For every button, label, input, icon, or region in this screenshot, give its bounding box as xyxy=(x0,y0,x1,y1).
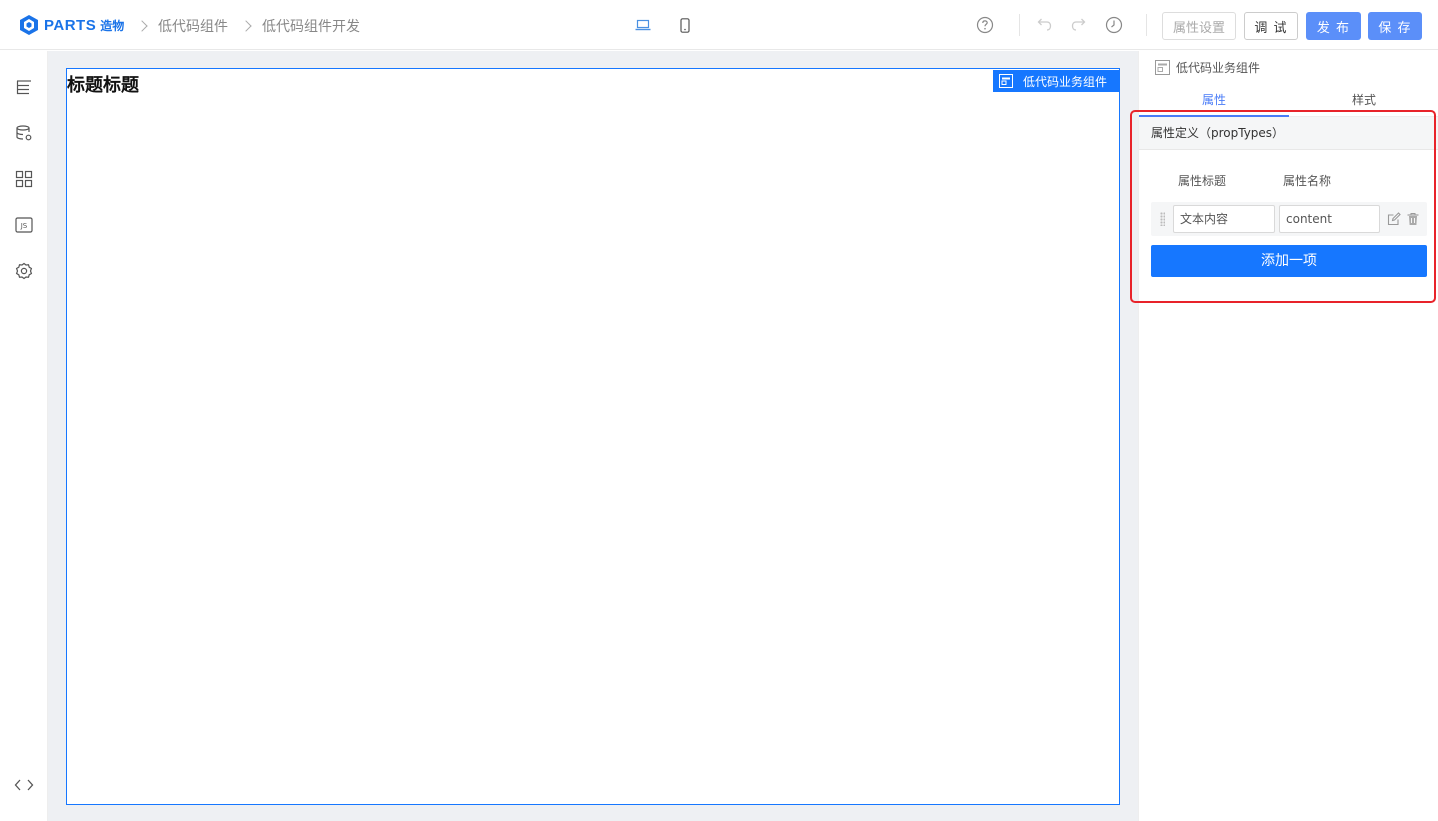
laptop-icon[interactable] xyxy=(633,17,653,33)
selected-component-tag[interactable]: 低代码业务组件 xyxy=(992,70,1119,92)
logo-icon xyxy=(20,15,38,35)
prop-row: 文本内容 content xyxy=(1151,202,1427,236)
column-header-title: 属性标题 xyxy=(1178,174,1227,188)
redo-icon[interactable] xyxy=(1070,16,1088,34)
component-icon xyxy=(1155,60,1170,75)
section-title-proptypes[interactable]: 属性定义（propTypes） xyxy=(1139,117,1438,150)
chevron-right-icon xyxy=(136,20,148,32)
debug-button[interactable]: 调 试 xyxy=(1244,12,1298,40)
panel-component-name: 低代码业务组件 xyxy=(1176,61,1261,75)
undo-icon[interactable] xyxy=(1035,16,1053,34)
property-settings-button[interactable]: 属性设置 xyxy=(1162,12,1236,40)
tab-styles[interactable]: 样式 xyxy=(1289,87,1438,116)
breadcrumb: 低代码组件 低代码组件开发 xyxy=(132,16,360,36)
prop-title-input[interactable]: 文本内容 xyxy=(1173,205,1275,233)
save-button[interactable]: 保 存 xyxy=(1368,12,1422,40)
edit-icon[interactable] xyxy=(1387,212,1401,226)
breadcrumb-item-dev[interactable]: 低代码组件开发 xyxy=(262,16,360,36)
settings-icon[interactable] xyxy=(14,261,34,281)
panel-tabs: 属性 样式 xyxy=(1139,87,1438,117)
code-icon[interactable] xyxy=(14,775,34,795)
components-grid-icon[interactable] xyxy=(14,169,34,189)
column-header-name: 属性名称 xyxy=(1283,174,1332,188)
logo-text-cn: 造物 xyxy=(100,18,125,33)
selected-component-label: 低代码业务组件 xyxy=(1022,74,1107,89)
prop-name-input[interactable]: content xyxy=(1279,205,1380,233)
design-canvas[interactable]: 标题标题 低代码业务组件 xyxy=(66,68,1120,805)
component-icon xyxy=(998,74,1013,88)
property-panel: 低代码业务组件 属性 样式 属性定义（propTypes） 属性标题 属性名称 … xyxy=(1138,51,1438,821)
js-icon[interactable]: JS xyxy=(14,215,34,235)
help-icon[interactable] xyxy=(976,16,994,34)
publish-button[interactable]: 发 布 xyxy=(1306,12,1361,40)
history-icon[interactable] xyxy=(1105,16,1123,34)
breadcrumb-item-components[interactable]: 低代码组件 xyxy=(158,16,228,36)
tab-properties[interactable]: 属性 xyxy=(1139,87,1289,117)
divider xyxy=(1019,14,1020,36)
drag-handle-icon[interactable] xyxy=(1160,212,1165,226)
canvas-heading[interactable]: 标题标题 xyxy=(67,71,139,97)
divider xyxy=(1146,14,1147,36)
canvas-area: 标题标题 低代码业务组件 xyxy=(48,51,1138,821)
left-sidebar: JS xyxy=(0,51,48,821)
delete-icon[interactable] xyxy=(1406,212,1420,226)
add-item-button[interactable]: 添加一项 xyxy=(1151,245,1427,277)
chevron-right-icon xyxy=(240,20,252,32)
svg-text:JS: JS xyxy=(20,222,28,230)
logo[interactable]: PARTS 造物 xyxy=(18,14,124,36)
device-switch xyxy=(633,17,695,33)
mobile-icon[interactable] xyxy=(675,17,695,33)
panel-header: 低代码业务组件 xyxy=(1155,59,1260,76)
logo-text: PARTS xyxy=(44,16,97,34)
datasource-icon[interactable] xyxy=(14,123,34,143)
outline-tree-icon[interactable] xyxy=(14,77,34,97)
top-bar: PARTS 造物 低代码组件 低代码组件开发 属性设置 调 试 发 布 保 存 xyxy=(0,0,1438,50)
